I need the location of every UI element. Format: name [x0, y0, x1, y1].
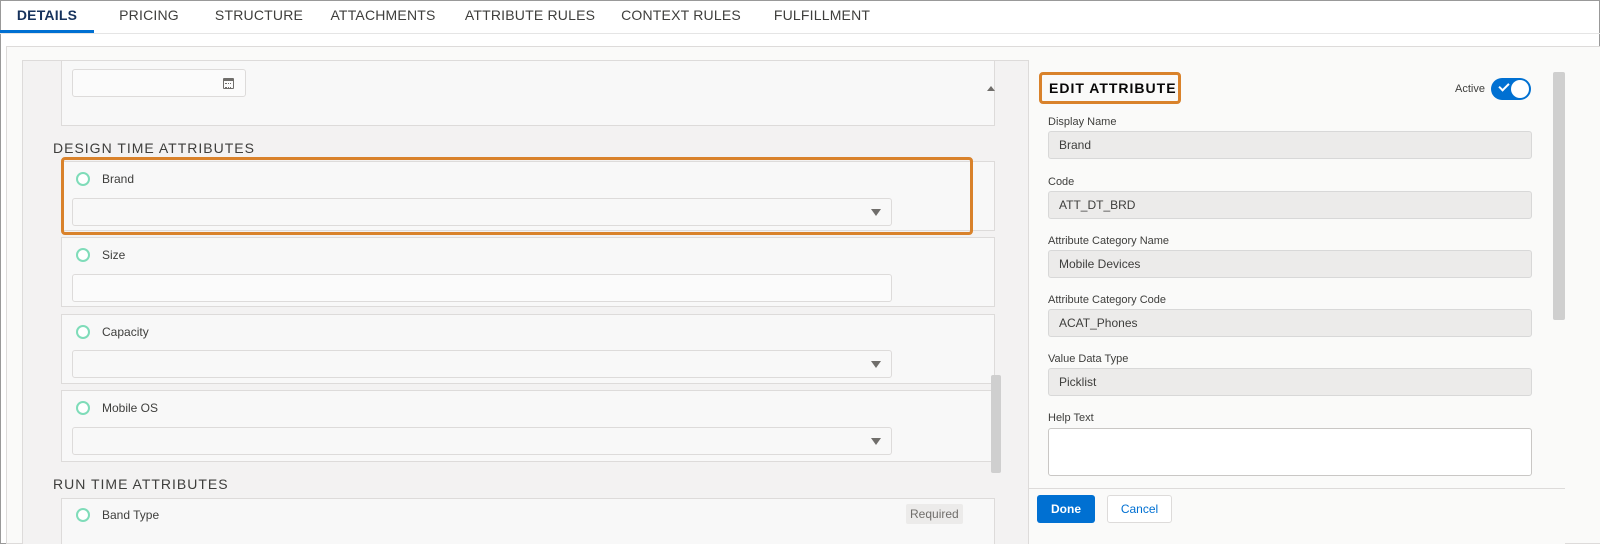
active-label: Active — [1455, 83, 1485, 95]
edit-attribute-panel: EDIT ATTRIBUTE Active Display Name Brand… — [1028, 60, 1565, 544]
active-toggle[interactable] — [1491, 78, 1531, 100]
attribute-card-capacity[interactable]: Capacity — [61, 314, 995, 384]
attribute-card-band-type[interactable]: Band Type Required — [61, 498, 995, 544]
brand-highlight — [61, 157, 973, 235]
cancel-button[interactable]: Cancel — [1107, 495, 1172, 523]
capacity-select[interactable] — [72, 350, 892, 378]
code-field[interactable]: ATT_DT_BRD — [1048, 191, 1532, 219]
category-name-label: Attribute Category Name — [1048, 235, 1170, 247]
category-code-field[interactable]: ACAT_Phones — [1048, 309, 1532, 337]
done-button[interactable]: Done — [1037, 495, 1095, 523]
toggle-knob — [1511, 80, 1529, 98]
tab-details[interactable]: DETAILS — [0, 0, 94, 33]
category-name-field[interactable]: Mobile Devices — [1048, 250, 1532, 278]
chevron-down-icon — [871, 438, 881, 445]
tab-fulfillment[interactable]: FULFILLMENT — [754, 0, 890, 33]
display-name-label: Display Name — [1048, 116, 1117, 128]
tab-context-rules[interactable]: CONTEXT RULES — [608, 0, 754, 33]
value-data-type-label: Value Data Type — [1048, 353, 1129, 365]
attribute-card-size[interactable]: Size — [61, 237, 995, 307]
attribute-card-mobile-os[interactable]: Mobile OS — [61, 390, 995, 462]
attribute-radio[interactable] — [76, 508, 90, 522]
chevron-down-icon — [871, 361, 881, 368]
panel-footer: Done Cancel — [1029, 488, 1565, 544]
tab-attachments[interactable]: ATTACHMENTS — [314, 0, 452, 33]
attribute-header: Mobile OS — [76, 401, 158, 415]
attribute-label: Capacity — [102, 325, 149, 339]
attribute-header: Band Type — [76, 508, 159, 522]
category-code-label: Attribute Category Code — [1048, 294, 1167, 306]
required-badge: Required — [906, 504, 963, 524]
attributes-pane: DESIGN TIME ATTRIBUTES Brand Size Capaci… — [22, 60, 1028, 544]
value-data-type-field[interactable]: Picklist — [1048, 368, 1532, 396]
panel-scrollbar[interactable] — [1553, 72, 1565, 320]
attribute-label: Band Type — [102, 508, 160, 522]
display-name-field[interactable]: Brand — [1048, 131, 1532, 159]
attribute-radio[interactable] — [76, 325, 90, 339]
scroll-up-icon[interactable] — [987, 86, 995, 91]
tab-structure[interactable]: STRUCTURE — [204, 0, 314, 33]
attribute-label: Mobile OS — [102, 401, 159, 415]
size-input[interactable] — [72, 274, 892, 302]
date-input[interactable] — [72, 69, 246, 97]
scroll-thumb[interactable] — [991, 375, 1001, 473]
help-text-textarea[interactable] — [1048, 428, 1532, 476]
attribute-radio[interactable] — [76, 248, 90, 262]
calendar-icon[interactable] — [223, 78, 234, 89]
date-card — [61, 61, 995, 126]
help-text-label: Help Text — [1048, 412, 1094, 424]
design-time-title: DESIGN TIME ATTRIBUTES — [53, 140, 255, 156]
attribute-radio[interactable] — [76, 401, 90, 415]
check-icon — [1498, 80, 1510, 92]
panel-title: EDIT ATTRIBUTE — [1049, 80, 1177, 96]
tab-pricing[interactable]: PRICING — [94, 0, 204, 33]
tab-attribute-rules[interactable]: ATTRIBUTE RULES — [452, 0, 608, 33]
tab-bar: DETAILS PRICING STRUCTURE ATTACHMENTS AT… — [0, 0, 1600, 34]
mobile-os-select[interactable] — [72, 427, 892, 455]
left-scrollbar[interactable] — [985, 81, 1001, 481]
attribute-header: Size — [76, 248, 125, 262]
attribute-header: Capacity — [76, 325, 149, 339]
attribute-label: Size — [102, 248, 126, 262]
code-label: Code — [1048, 176, 1075, 188]
run-time-title: RUN TIME ATTRIBUTES — [53, 476, 229, 492]
